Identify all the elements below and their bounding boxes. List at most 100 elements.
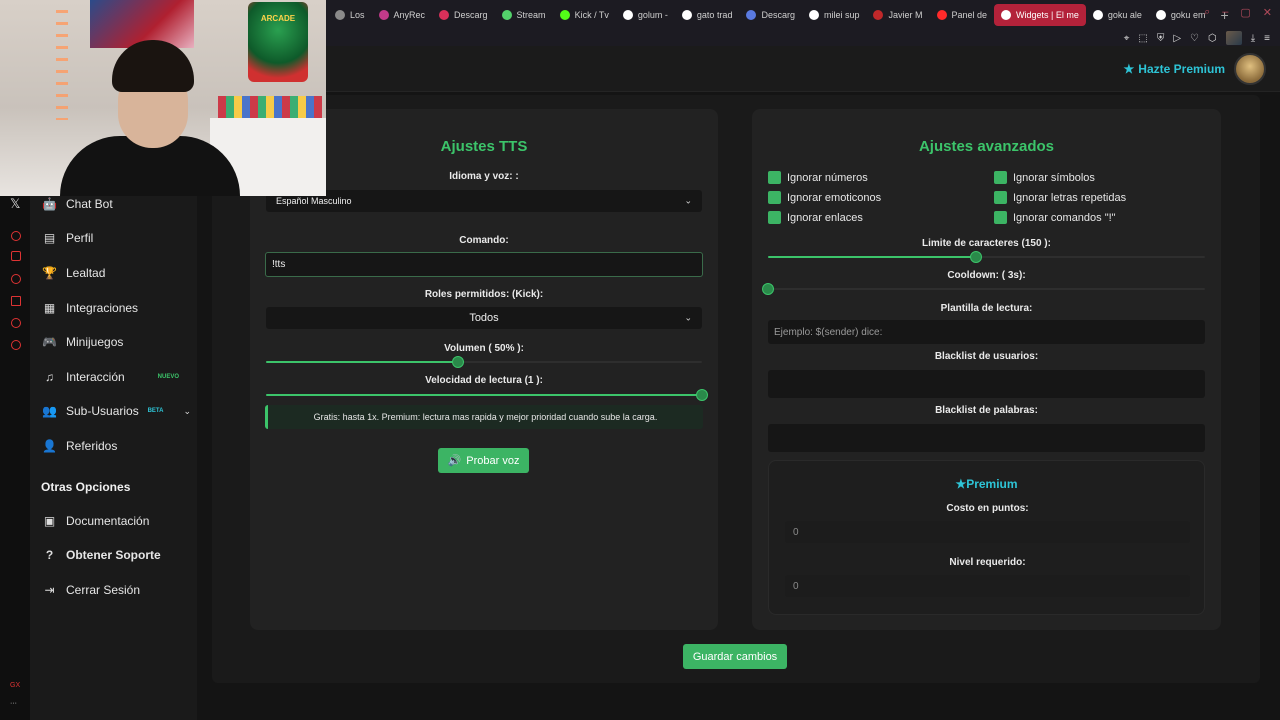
volume-slider[interactable] [266,356,702,368]
browser-tab[interactable]: Panel de [930,4,995,26]
cooldown-slider[interactable] [762,283,1205,295]
browser-tab[interactable]: Los [328,4,372,26]
blacklist-users-label: Blacklist de usuarios: [934,351,1039,362]
sidebar-item-label: Sub-Usuarios [66,404,139,418]
ignore-checkbox[interactable]: Ignorar comandos "!" [994,211,1116,224]
checkbox-checked-icon[interactable] [994,171,1007,184]
tab-strip: Los AnyRec Descarg Stream Kick / Tv golum - g… [328,0,1237,30]
volume-label: Volumen ( 50% ): [444,343,524,354]
sidebar-item-referidos[interactable]: 👤 Referidos [41,436,191,456]
screenshot-icon[interactable]: ⬚ [1138,33,1147,44]
blacklist-users-input[interactable] [768,370,1205,398]
close-window-icon[interactable]: ✕ [1263,6,1272,19]
minimize-icon[interactable]: – [1222,6,1228,19]
char-limit-slider-handle[interactable] [969,251,982,263]
sidebar-item-label: Integraciones [66,301,139,315]
chat-side-icon[interactable] [11,318,21,328]
level-input[interactable]: 0 [785,575,1190,597]
gx-icon[interactable]: GX [10,682,20,689]
clock-icon[interactable] [11,274,21,284]
volume-slider-handle[interactable] [451,356,464,368]
checkbox-checked-icon[interactable] [768,211,781,224]
checkbox-checked-icon[interactable] [994,211,1007,224]
save-changes-button[interactable]: Guardar cambios [683,644,787,669]
browser-tab[interactable]: AnyRec [372,4,433,26]
browser-tab[interactable]: goku em [1149,4,1213,26]
char-limit-label: Limite de caracteres (150 ): [922,238,1051,249]
sidebar-item-chat-bot[interactable]: 🤖 Chat Bot [41,194,191,214]
blacklist-words-input[interactable] [768,424,1205,452]
browser-tab[interactable]: golum - [616,4,675,26]
sidebar-item-sub-usuarios[interactable]: 👥 Sub-Usuarios BETA ⌄ [41,401,191,421]
pin-icon[interactable]: ⌖ [1124,33,1130,44]
ignore-checkbox[interactable]: Ignorar símbolos [994,171,1095,184]
profile-thumbnail[interactable] [1225,31,1242,45]
ignore-checkbox[interactable]: Ignorar letras repetidas [994,191,1126,204]
browser-side-icon-bar: 𝕏 GX ··· [0,196,30,720]
sidebar-item-perfil[interactable]: ▤ Perfil [41,228,191,248]
checkbox-checked-icon[interactable] [768,191,781,204]
browser-tab[interactable]: milei sup [802,4,867,26]
menu-icon[interactable]: ≡ [1264,33,1270,44]
checkbox-checked-icon[interactable] [994,191,1007,204]
command-input[interactable]: !tts [265,252,703,277]
shield-icon[interactable]: ⛨ [1157,33,1165,44]
sidebar-item-label: Interacción [66,370,125,384]
speed-slider[interactable] [266,389,708,401]
premium-link-label: Hazte Premium [1138,62,1225,76]
sidebar-item-interacci-n[interactable]: ♫ Interacción NUEVO [41,367,191,387]
download-side-icon[interactable] [11,296,21,306]
browser-tab[interactable]: Stream [495,4,553,26]
browser-tab[interactable]: Javier M [866,4,929,26]
cost-input[interactable]: 0 [785,521,1190,543]
roles-select[interactable]: Todos ⌄ [266,307,702,329]
browser-tab[interactable]: Descarg [432,4,495,26]
browser-tab[interactable]: goku ale [1086,4,1149,26]
sidebar-item-minijuegos[interactable]: 🎮 Minijuegos [41,332,191,352]
maximize-icon[interactable]: ▢ [1240,6,1250,19]
browser-tab[interactable]: Kick / Tv [553,4,616,26]
ignore-checkbox[interactable]: Ignorar emoticonos [768,191,881,204]
browser-tab[interactable]: Descarg [739,4,802,26]
ignore-checkbox[interactable]: Ignorar números [768,171,868,184]
sidebar: 🤖 Chat Bot ▤ Perfil 🏆 Lealtad ▦ Integraciones 🎮 M… [30,186,197,720]
test-voice-button[interactable]: 🔊 Probar voz [438,448,529,473]
roles-select-value: Todos [469,312,499,324]
chevron-down-icon[interactable]: ⌄ [183,406,191,417]
favicon-icon [501,10,512,20]
voice-select-value: Español Masculino [276,196,352,206]
more-icon[interactable]: ··· [10,700,17,707]
browser-tab[interactable]: gato trad [675,4,740,26]
sidebar-item-integraciones[interactable]: ▦ Integraciones [41,298,191,318]
heart-icon[interactable]: ♡ [1190,33,1199,44]
sidebar-item-cerrar-sesi-n[interactable]: ⇥ Cerrar Sesión [41,580,191,600]
extension-icon[interactable]: ⬡ [1208,33,1217,44]
square-icon[interactable] [11,251,21,261]
browser-tab[interactable]: Widgets | El me [994,4,1086,26]
avatar[interactable] [1234,53,1266,85]
download-icon[interactable]: ⤓ [1251,33,1255,44]
sidebar-item-obtener-soporte[interactable]: ? Obtener Soporte [41,545,191,565]
browser-tab-label: goku em [1170,10,1206,20]
play-icon[interactable]: ▷ [1173,33,1181,44]
circle-icon[interactable] [11,231,21,241]
favicon-icon [1001,10,1012,20]
sidebar-item-lealtad[interactable]: 🏆 Lealtad [41,263,191,283]
template-input[interactable]: Ejemplo: $(sender) dice: [768,320,1205,344]
sidebar-item-documentaci-n[interactable]: ▣ Documentación [41,511,191,531]
favicon-icon [1092,10,1103,20]
favicon-icon [559,10,570,20]
checkbox-checked-icon[interactable] [768,171,781,184]
settings-side-icon[interactable] [11,340,21,350]
voice-select[interactable]: Español Masculino ⌄ [266,190,702,212]
cooldown-slider-handle[interactable] [762,283,774,295]
char-limit-slider[interactable] [768,251,1205,263]
speed-slider-handle[interactable] [696,389,708,401]
x-icon[interactable]: 𝕏 [10,196,20,212]
search-tabs-icon[interactable]: ⌕ [1204,6,1210,19]
ignore-checkbox[interactable]: Ignorar enlaces [768,211,863,224]
sidebar-item-label: Chat Bot [66,197,113,211]
hazte-premium-link[interactable]: ★ Hazte Premium [1124,62,1225,76]
sidebar-item-label: Lealtad [66,266,106,280]
streamer-image [60,40,240,196]
